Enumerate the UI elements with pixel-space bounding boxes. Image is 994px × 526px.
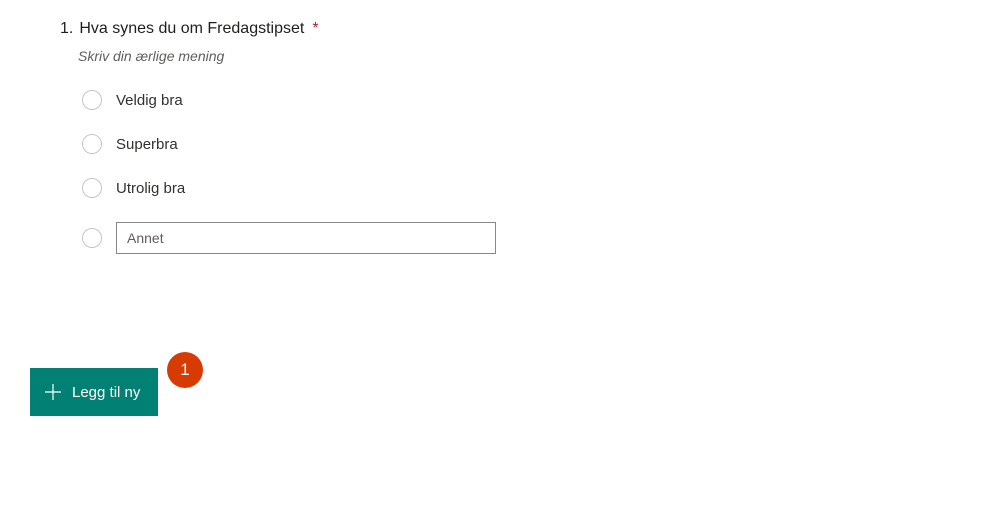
option-row-other xyxy=(82,222,496,254)
badge-count: 1 xyxy=(180,360,189,380)
option-label: Superbra xyxy=(116,136,178,153)
notification-badge: 1 xyxy=(167,352,203,388)
question-subtitle: Skriv din ærlige mening xyxy=(78,48,496,64)
option-row: Utrolig bra xyxy=(82,178,496,198)
other-input[interactable] xyxy=(116,222,496,254)
question-block: 1. Hva synes du om Fredagstipset * Skriv… xyxy=(60,20,496,254)
add-new-button[interactable]: Legg til ny xyxy=(30,368,158,416)
option-label: Utrolig bra xyxy=(116,180,185,197)
radio-icon[interactable] xyxy=(82,134,102,154)
options-list: Veldig bra Superbra Utrolig bra xyxy=(82,90,496,254)
question-header: 1. Hva synes du om Fredagstipset * xyxy=(60,20,496,38)
option-row: Superbra xyxy=(82,134,496,154)
option-label: Veldig bra xyxy=(116,92,183,109)
radio-icon[interactable] xyxy=(82,228,102,248)
question-number: 1. xyxy=(60,20,73,38)
option-row: Veldig bra xyxy=(82,90,496,110)
required-indicator: * xyxy=(312,20,318,38)
plus-icon xyxy=(44,383,62,401)
radio-icon[interactable] xyxy=(82,90,102,110)
add-button-label: Legg til ny xyxy=(72,384,140,401)
radio-icon[interactable] xyxy=(82,178,102,198)
question-title: Hva synes du om Fredagstipset xyxy=(79,20,304,38)
